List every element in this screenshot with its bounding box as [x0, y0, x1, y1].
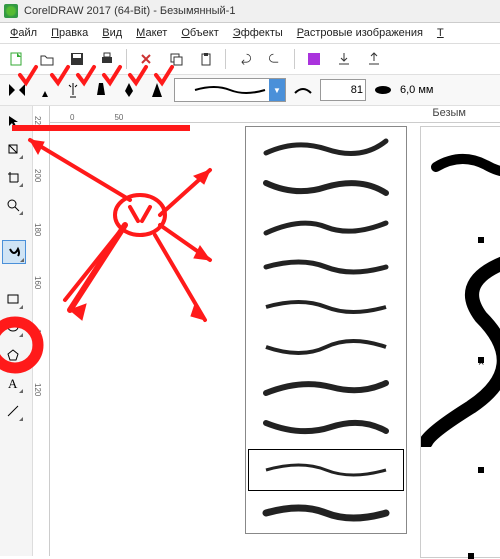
- stroke-option[interactable]: [246, 327, 406, 367]
- menu-view[interactable]: Вид: [96, 25, 128, 41]
- stroke-option[interactable]: [246, 493, 406, 533]
- text-tool[interactable]: A: [2, 372, 24, 394]
- stroke-preset-select[interactable]: ▼: [174, 78, 286, 102]
- stroke-option-selected[interactable]: [248, 449, 404, 491]
- menu-edit[interactable]: Правка: [45, 25, 94, 41]
- titlebar: CorelDRAW 2017 (64-Bit) - Безымянный-1: [0, 0, 500, 23]
- new-button[interactable]: [6, 48, 28, 70]
- menu-effects[interactable]: Эффекты: [227, 25, 289, 41]
- stroke-width-value: 6,0 мм: [400, 84, 433, 96]
- search-button[interactable]: [303, 48, 325, 70]
- stroke-option[interactable]: [246, 367, 406, 407]
- menu-layout[interactable]: Макет: [130, 25, 173, 41]
- menu-text[interactable]: Т: [431, 25, 450, 41]
- spray-icon[interactable]: [62, 77, 84, 103]
- stroke-option[interactable]: [246, 247, 406, 287]
- menu-object[interactable]: Объект: [175, 25, 224, 41]
- menu-file[interactable]: Файл: [4, 25, 43, 41]
- cut-button[interactable]: [135, 48, 157, 70]
- svg-text:A: A: [8, 376, 18, 390]
- stroke-option[interactable]: [246, 127, 406, 167]
- copy-button[interactable]: [165, 48, 187, 70]
- ellipse-tool[interactable]: [2, 316, 24, 338]
- separator: [126, 49, 127, 69]
- freehand-tool[interactable]: [2, 240, 26, 264]
- mirror-icon[interactable]: [6, 77, 28, 103]
- export-button[interactable]: [363, 48, 385, 70]
- chevron-down-icon: ▼: [269, 79, 285, 101]
- zoom-tool[interactable]: [2, 194, 24, 216]
- save-button[interactable]: [66, 48, 88, 70]
- pen-icon[interactable]: [118, 77, 140, 103]
- menu-bitmap[interactable]: Растровые изображения: [291, 25, 429, 41]
- document-tab[interactable]: Безым: [428, 106, 470, 120]
- brush-icon[interactable]: [34, 77, 56, 103]
- import-button[interactable]: [333, 48, 355, 70]
- selection-handle[interactable]: [478, 237, 484, 243]
- rectangle-tool[interactable]: [2, 288, 24, 310]
- calligraphy-icon[interactable]: [90, 77, 112, 103]
- stroke-option[interactable]: [246, 207, 406, 247]
- pick-tool[interactable]: [2, 110, 24, 132]
- smoothing-icon[interactable]: [292, 77, 314, 103]
- app-icon: [4, 4, 18, 18]
- canvas-area: 220200180160140120 050 Безым: [33, 106, 500, 556]
- smoothing-input[interactable]: [320, 79, 366, 101]
- polygon-tool[interactable]: [2, 344, 24, 366]
- standard-toolbar: [0, 44, 500, 75]
- crop-tool[interactable]: [2, 166, 24, 188]
- open-button[interactable]: [36, 48, 58, 70]
- workspace: A 220200180160140120 050 Безым: [0, 106, 500, 556]
- shape-tool[interactable]: [2, 138, 24, 160]
- paste-button[interactable]: [195, 48, 217, 70]
- canvas[interactable]: 050 Безым ×: [50, 106, 500, 556]
- print-button[interactable]: [96, 48, 118, 70]
- stroke-option[interactable]: [246, 167, 406, 207]
- dimension-tool[interactable]: [2, 400, 24, 422]
- toolbox: A: [0, 106, 33, 556]
- spacer: [2, 270, 30, 282]
- menubar: Файл Правка Вид Макет Объект Эффекты Рас…: [0, 23, 500, 44]
- title-text: CorelDRAW 2017 (64-Bit) - Безымянный-1: [24, 5, 235, 17]
- stroke-option[interactable]: [246, 287, 406, 327]
- separator: [225, 49, 226, 69]
- selection-handle[interactable]: ×: [478, 357, 484, 363]
- property-bar: ▼ 6,0 мм: [0, 75, 500, 106]
- spacer: [2, 222, 30, 234]
- stroke-option[interactable]: [246, 407, 406, 447]
- selection-handle[interactable]: [478, 467, 484, 473]
- preview-panel: ×: [420, 126, 500, 558]
- redo-button[interactable]: [264, 48, 286, 70]
- stroke-preset-dropdown[interactable]: [245, 126, 407, 534]
- ruler-vertical: 220200180160140120: [33, 106, 50, 556]
- pressure-icon[interactable]: [146, 77, 168, 103]
- undo-button[interactable]: [234, 48, 256, 70]
- separator: [294, 49, 295, 69]
- nib-icon: [372, 77, 394, 103]
